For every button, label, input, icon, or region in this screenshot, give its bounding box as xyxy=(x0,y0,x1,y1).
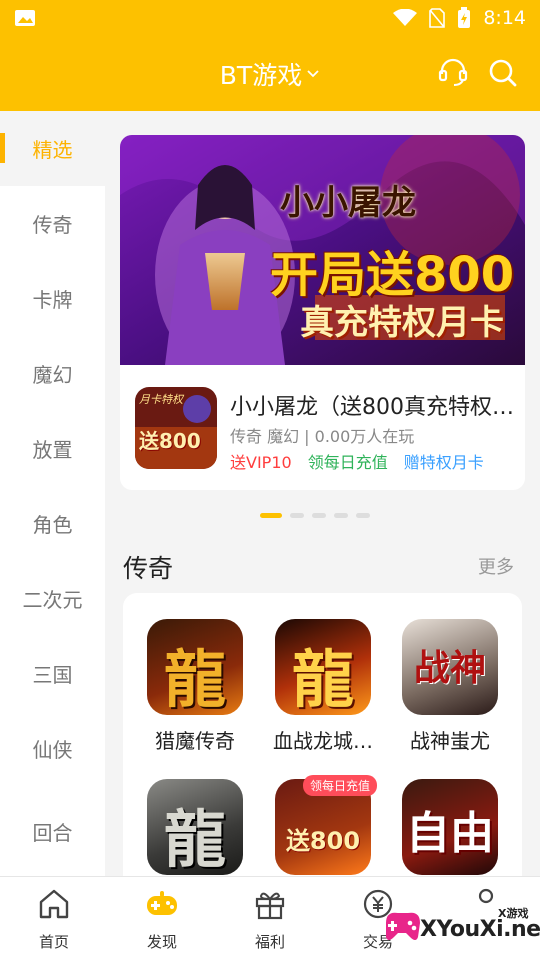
game-icon: 月卡特权 送800 xyxy=(135,387,217,469)
carousel-dot xyxy=(312,513,326,518)
sidebar-item-label: 精选 xyxy=(32,138,73,162)
featured-game-card[interactable]: 小小屠龙 开局送800 真充特权月卡 月卡特权 送800 小小屠龙（送800真充… xyxy=(120,135,525,490)
game-grid: 龍 猎魔传奇 龍 血战龙城… 战神 战神蚩尤 龍 送800 领每日充值 自由 xyxy=(123,593,522,893)
gift-icon xyxy=(255,892,285,920)
section-title: 传奇 xyxy=(123,554,174,583)
game-icon: 战神 xyxy=(402,619,498,715)
game-name: 小小屠龙（送800真充特权月卡） xyxy=(230,395,525,420)
icon-glyph: 龍 xyxy=(291,643,354,715)
more-link[interactable]: 更多 xyxy=(478,553,514,579)
main-content: 小小屠龙 开局送800 真充特权月卡 月卡特权 送800 小小屠龙（送800真充… xyxy=(105,111,540,893)
chevron-down-icon xyxy=(307,70,319,78)
status-bar: 8:14 xyxy=(0,0,540,36)
watermark-text: XYouXi.net xyxy=(420,917,540,942)
home-icon xyxy=(39,889,69,919)
game-icon: 自由 xyxy=(402,779,498,875)
tag-daily-recharge: 领每日充值 xyxy=(307,453,388,472)
carousel-dot xyxy=(334,513,348,518)
featured-game-info[interactable]: 月卡特权 送800 小小屠龙（送800真充特权月卡） 传奇 魔幻 | 0.00万… xyxy=(135,387,525,472)
carousel-indicator xyxy=(260,513,370,518)
icon-glyph: 战神 xyxy=(413,648,486,689)
gamepad-icon xyxy=(147,891,177,915)
carousel-dot-active xyxy=(260,513,282,518)
icon-caption: 送800 xyxy=(139,429,201,453)
sidebar-item-turn-based[interactable]: 回合 xyxy=(0,786,105,876)
tag-monthly-card: 赠特权月卡 xyxy=(403,453,484,472)
icon-glyph: 送800 xyxy=(285,827,361,855)
sidebar-item-fantasy[interactable]: 魔幻 xyxy=(0,336,105,411)
sidebar-item-label: 三国 xyxy=(32,663,73,687)
customer-service-icon[interactable] xyxy=(437,56,469,88)
app-header: BT游戏 xyxy=(0,36,540,111)
carousel-dot xyxy=(356,513,370,518)
sidebar-item-label: 魔幻 xyxy=(32,363,73,387)
header-title: BT游戏 xyxy=(219,61,303,90)
game-icon: 龍 xyxy=(275,619,371,715)
game-tile[interactable]: 龍 xyxy=(135,779,255,875)
sidebar-item-label: 卡牌 xyxy=(32,288,73,312)
promo-badge: 领每日充值 xyxy=(302,775,377,796)
game-meta: 传奇 魔幻 | 0.00万人在玩 xyxy=(230,427,415,446)
sidebar-item-label: 角色 xyxy=(32,513,73,537)
icon-glyph: 龍 xyxy=(163,803,226,875)
game-name: 猎魔传奇 xyxy=(155,729,235,753)
site-watermark: X游戏 XYouXi.net xyxy=(380,895,540,955)
image-notification-icon xyxy=(15,10,35,26)
game-tile[interactable]: 龍 血战龙城… xyxy=(263,619,383,754)
no-sim-icon xyxy=(429,8,446,28)
game-icon: 送800 领每日充值 xyxy=(275,775,377,875)
tab-discover[interactable]: 发现 xyxy=(108,887,216,952)
game-tile[interactable]: 自由 xyxy=(390,779,510,875)
game-tags: 送VIP10 领每日充值 赠特权月卡 xyxy=(230,449,484,473)
game-tile[interactable]: 送800 领每日充值 xyxy=(263,775,383,875)
sidebar-item-legend[interactable]: 传奇 xyxy=(0,186,105,261)
game-icon: 龍 xyxy=(147,779,243,875)
sidebar-item-label: 仙侠 xyxy=(32,738,73,762)
game-tile[interactable]: 战神 战神蚩尤 xyxy=(390,619,510,754)
game-tile[interactable]: 龍 猎魔传奇 xyxy=(135,619,255,754)
sidebar-item-selected[interactable]: 精选 xyxy=(0,111,105,186)
icon-glyph: 自由 xyxy=(406,808,494,859)
sidebar-item-label: 回合 xyxy=(32,820,73,845)
tag-vip: 送VIP10 xyxy=(230,453,292,472)
clock-time: 8:14 xyxy=(483,7,526,29)
search-icon[interactable] xyxy=(488,58,518,88)
sidebar-item-label: 二次元 xyxy=(22,588,83,612)
banner-subheadline: 真充特权月卡 xyxy=(300,303,504,343)
tab-label: 首页 xyxy=(38,933,69,951)
sidebar-item-rpg[interactable]: 角色 xyxy=(0,486,105,561)
tab-home[interactable]: 首页 xyxy=(0,887,108,952)
tab-benefits[interactable]: 福利 xyxy=(216,887,324,952)
sidebar-item-card[interactable]: 卡牌 xyxy=(0,261,105,336)
sidebar-item-three-kingdoms[interactable]: 三国 xyxy=(0,636,105,711)
wifi-icon xyxy=(393,9,418,26)
game-name: 战神蚩尤 xyxy=(410,729,490,753)
carousel-dot xyxy=(290,513,304,518)
game-name: 血战龙城… xyxy=(273,729,373,753)
sidebar-item-anime[interactable]: 二次元 xyxy=(0,561,105,636)
gamepad-logo-icon xyxy=(386,912,420,940)
icon-glyph: 龍 xyxy=(163,643,226,715)
sidebar-item-xianxia[interactable]: 仙侠 xyxy=(0,711,105,786)
featured-banner[interactable]: 小小屠龙 开局送800 真充特权月卡 xyxy=(120,135,525,365)
game-icon: 龍 xyxy=(147,619,243,715)
tab-label: 福利 xyxy=(254,933,285,951)
sidebar-item-label: 传奇 xyxy=(32,213,73,237)
icon-caption-top: 月卡特权 xyxy=(139,393,183,406)
banner-game-title: 小小屠龙 xyxy=(280,183,416,223)
sidebar-item-label: 放置 xyxy=(32,438,73,462)
tab-label: 发现 xyxy=(146,933,177,951)
sidebar-item-idle[interactable]: 放置 xyxy=(0,411,105,486)
battery-charging-icon xyxy=(458,7,471,28)
category-sidebar: 精选 传奇 卡牌 魔幻 放置 角色 二次元 三国 仙侠 回合 xyxy=(0,111,105,876)
